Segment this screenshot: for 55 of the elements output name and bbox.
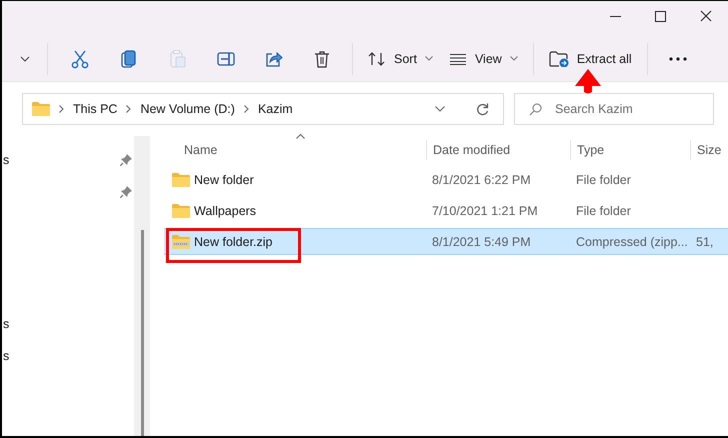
clipboard-icon xyxy=(170,50,186,68)
sort-icon xyxy=(368,52,386,66)
sidebar-item[interactable]: s xyxy=(3,153,10,167)
chevron-right-icon xyxy=(126,105,132,113)
file-row[interactable]: New folder.zip 8/1/2021 5:49 PM Compressed (zipp... 51, xyxy=(164,228,728,255)
more-icon xyxy=(668,56,687,60)
folder-icon xyxy=(172,172,190,186)
chevron-icon xyxy=(510,56,518,61)
scrollbar-thumb[interactable] xyxy=(141,230,144,436)
search-field[interactable]: Search Kazim xyxy=(514,93,714,125)
file-name: New folder xyxy=(194,172,254,186)
column-header[interactable]: Date modified xyxy=(433,143,510,157)
address-bar[interactable]: This PC New Volume (D:) Kazim xyxy=(22,93,504,125)
file-row[interactable]: Wallpapers 7/10/2021 1:21 PM File folder xyxy=(164,195,728,226)
breadcrumb[interactable]: This PC xyxy=(73,102,118,116)
file-row[interactable]: New folder 8/1/2021 6:22 PM File folder xyxy=(164,164,728,195)
close-icon xyxy=(700,10,712,22)
search-icon xyxy=(529,103,542,116)
file-size: 51, xyxy=(696,234,714,248)
sort-button[interactable]: Sort xyxy=(360,42,441,74)
column-header[interactable]: Name xyxy=(184,143,218,157)
folder-extract-icon xyxy=(548,50,569,66)
extract-button[interactable]: Extract all xyxy=(540,42,640,74)
scissors-icon xyxy=(70,48,88,68)
file-type: File folder xyxy=(576,172,631,186)
folder-icon xyxy=(32,102,50,116)
share-icon xyxy=(265,50,283,66)
chevron-right-icon xyxy=(244,105,249,113)
copy-icon xyxy=(120,50,136,68)
caret-icon xyxy=(20,56,30,62)
file-type: File folder xyxy=(576,204,631,218)
date-modified: 8/1/2021 6:22 PM xyxy=(432,172,531,186)
column-header[interactable]: Type xyxy=(577,143,604,157)
date-modified: 7/10/2021 1:21 PM xyxy=(432,204,538,218)
maximize-icon xyxy=(655,10,666,22)
annotation-arrow xyxy=(574,69,602,94)
view-icon xyxy=(448,52,467,64)
chevron-right-icon xyxy=(59,105,64,113)
trash-icon xyxy=(314,50,330,68)
folder-icon xyxy=(172,204,190,218)
sidebar-item[interactable]: s xyxy=(3,349,10,363)
rename-icon xyxy=(217,52,235,66)
breadcrumb[interactable]: Kazim xyxy=(258,102,293,116)
refresh-icon[interactable] xyxy=(476,102,489,116)
date-modified: 8/1/2021 5:49 PM xyxy=(432,234,531,248)
breadcrumb[interactable]: New Volume (D:) xyxy=(140,102,235,116)
file-type: Compressed (zipp... xyxy=(576,234,688,248)
chevron-down-icon[interactable] xyxy=(435,106,445,112)
zip-folder-icon xyxy=(172,234,190,248)
file-name: New folder.zip xyxy=(194,234,273,248)
chevron-icon xyxy=(424,56,433,61)
view-button[interactable]: View xyxy=(440,42,526,74)
sidebar-item[interactable]: s xyxy=(3,317,10,331)
file-name: Wallpapers xyxy=(194,204,256,218)
column-header[interactable]: Size xyxy=(697,143,722,157)
